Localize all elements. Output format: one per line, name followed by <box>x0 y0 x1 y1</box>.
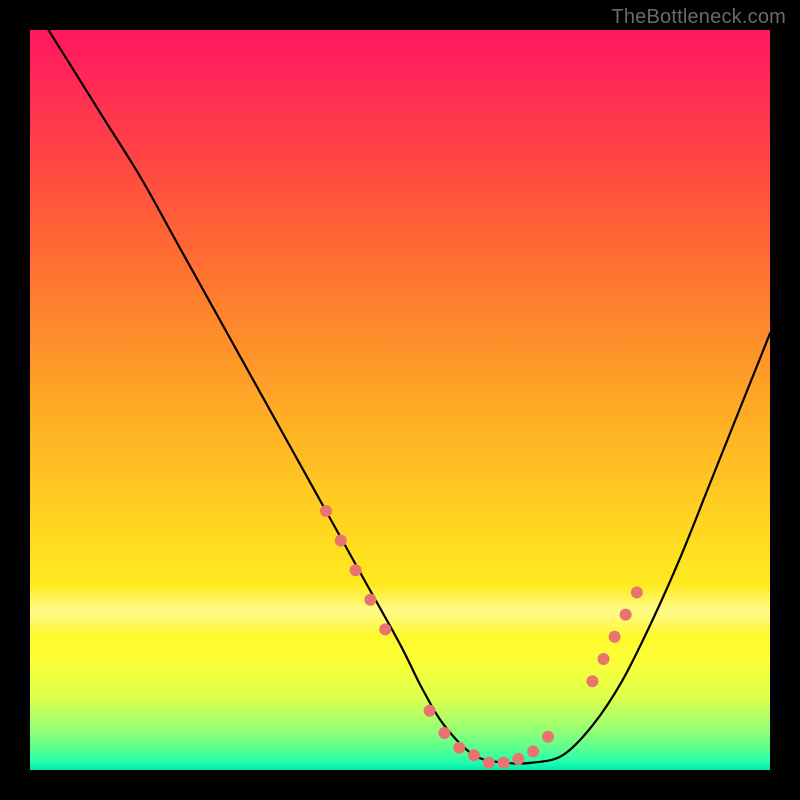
data-point <box>335 535 347 547</box>
data-point <box>512 753 524 765</box>
chart-frame: TheBottleneck.com <box>0 0 800 800</box>
data-point <box>453 742 465 754</box>
data-point <box>424 705 436 717</box>
data-point <box>320 505 332 517</box>
data-point <box>631 586 643 598</box>
plot-area <box>30 30 770 770</box>
data-point <box>542 731 554 743</box>
data-point <box>350 564 362 576</box>
data-point <box>468 749 480 761</box>
chart-svg <box>30 30 770 770</box>
data-point <box>620 609 632 621</box>
data-point <box>586 675 598 687</box>
watermark-text: TheBottleneck.com <box>611 6 786 29</box>
bottleneck-curve <box>30 30 770 764</box>
data-point <box>498 757 510 769</box>
data-markers <box>320 505 643 769</box>
data-point <box>598 653 610 665</box>
data-point <box>609 631 621 643</box>
data-point <box>527 746 539 758</box>
data-point <box>364 594 376 606</box>
data-point <box>483 757 495 769</box>
data-point <box>438 727 450 739</box>
data-point <box>379 623 391 635</box>
